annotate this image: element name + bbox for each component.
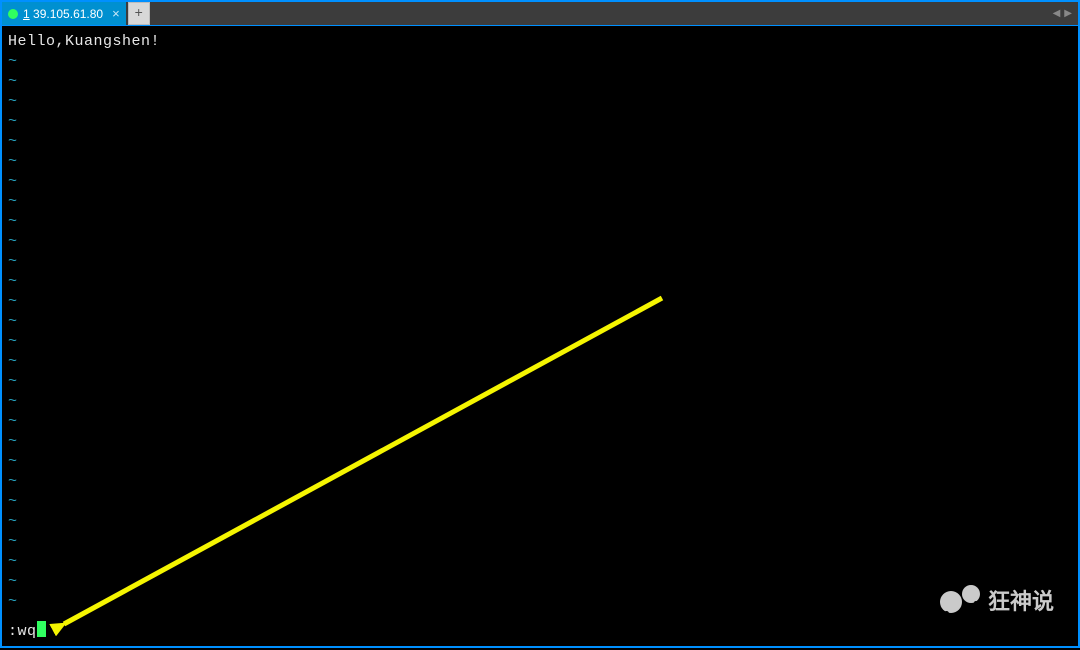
empty-line-marker: ~: [8, 272, 1072, 292]
terminal-editor[interactable]: Hello,Kuangshen! ~~~~~~~~~~~~~~~~~~~~~~~…: [2, 26, 1078, 646]
empty-line-marker: ~: [8, 352, 1072, 372]
empty-line-marker: ~: [8, 572, 1072, 592]
empty-line-marker: ~: [8, 212, 1072, 232]
empty-line-marker: ~: [8, 232, 1072, 252]
empty-line-marker: ~: [8, 312, 1072, 332]
new-tab-button[interactable]: +: [128, 2, 150, 25]
empty-line-marker: ~: [8, 72, 1072, 92]
empty-line-marker: ~: [8, 172, 1072, 192]
wechat-icon: [940, 585, 980, 615]
empty-line-marker: ~: [8, 412, 1072, 432]
tab-next-icon[interactable]: ▶: [1064, 8, 1072, 19]
empty-line-marker: ~: [8, 292, 1072, 312]
tab-active[interactable]: 1 39.105.61.80 ×: [2, 2, 126, 25]
empty-line-marker: ~: [8, 432, 1072, 452]
tab-nav: ◀ ▶: [1053, 2, 1072, 25]
empty-line-marker: ~: [8, 452, 1072, 472]
empty-line-marker: ~: [8, 392, 1072, 412]
empty-line-marker: ~: [8, 92, 1072, 112]
watermark: 狂神说: [940, 584, 1054, 616]
watermark-text: 狂神说: [988, 584, 1054, 616]
empty-line-marker: ~: [8, 592, 1072, 612]
tab-prev-icon[interactable]: ◀: [1053, 8, 1061, 19]
empty-line-marker: ~: [8, 52, 1072, 72]
empty-line-marker: ~: [8, 192, 1072, 212]
empty-line-marker: ~: [8, 472, 1072, 492]
empty-line-marker: ~: [8, 492, 1072, 512]
plus-icon: +: [135, 6, 143, 22]
close-icon[interactable]: ×: [112, 7, 120, 20]
empty-line-marker: ~: [8, 152, 1072, 172]
empty-line-marker: ~: [8, 552, 1072, 572]
tab-bar: 1 39.105.61.80 × + ◀ ▶: [2, 2, 1078, 26]
empty-line-marker: ~: [8, 132, 1072, 152]
empty-line-marker: ~: [8, 372, 1072, 392]
cursor-block: [37, 621, 46, 637]
editor-command-line[interactable]: :wq: [8, 621, 46, 642]
empty-line-marker: ~: [8, 112, 1072, 132]
editor-empty-lines: ~~~~~~~~~~~~~~~~~~~~~~~~~~~~: [8, 52, 1072, 612]
empty-line-marker: ~: [8, 512, 1072, 532]
tab-label: 1 39.105.61.80: [23, 7, 103, 21]
connection-status-icon: [8, 9, 18, 19]
empty-line-marker: ~: [8, 252, 1072, 272]
editor-content-line: Hello,Kuangshen!: [8, 32, 1072, 52]
empty-line-marker: ~: [8, 532, 1072, 552]
empty-line-marker: ~: [8, 332, 1072, 352]
